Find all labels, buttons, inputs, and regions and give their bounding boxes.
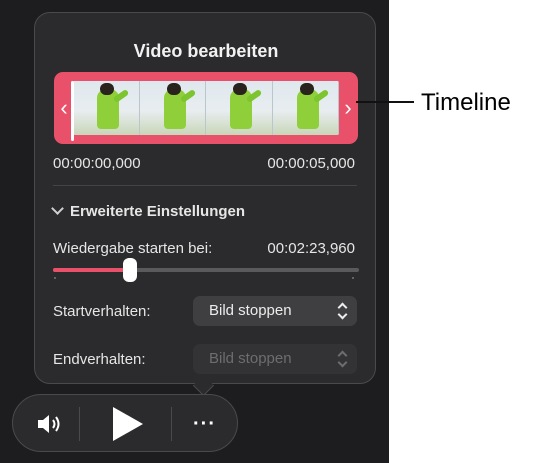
slider-tick — [352, 277, 354, 279]
trim-end-handle[interactable]: › — [338, 72, 358, 144]
end-behavior-select[interactable]: Bild stoppen — [193, 344, 357, 374]
controls-separator — [79, 407, 80, 441]
advanced-settings-toggle[interactable]: Erweiterte Einstellungen — [51, 202, 246, 220]
end-behavior-label: Endverhalten: — [53, 351, 146, 368]
play-icon[interactable] — [113, 407, 143, 441]
divider — [53, 185, 357, 186]
playback-start-label: Wiedergabe starten bei: — [53, 240, 213, 257]
timeline-playhead[interactable] — [71, 81, 74, 141]
video-frame — [206, 81, 273, 135]
playback-start-slider[interactable] — [53, 258, 359, 282]
timeline-start-time: 00:00:00,000 — [53, 155, 141, 172]
more-options-button[interactable]: ··· — [193, 413, 216, 436]
end-behavior-value: Bild stoppen — [209, 350, 292, 367]
timeline-frames — [73, 81, 339, 135]
controls-separator — [171, 407, 172, 441]
app-background: Video bearbeiten ‹ › 00:00:00,000 00:00:… — [0, 0, 389, 463]
updown-chevron-icon — [337, 350, 347, 368]
popover-title: Video bearbeiten — [133, 41, 279, 61]
callout-label: Timeline — [421, 89, 511, 116]
timeline-end-time: 00:00:05,000 — [267, 155, 355, 172]
callout-line — [356, 101, 414, 103]
chevron-down-icon — [51, 202, 64, 215]
edit-video-popover: Video bearbeiten ‹ › 00:00:00,000 00:00:… — [34, 12, 376, 384]
updown-chevron-icon — [337, 302, 347, 320]
start-behavior-value: Bild stoppen — [209, 302, 292, 319]
start-behavior-label: Startverhalten: — [53, 303, 151, 320]
slider-tick — [54, 277, 56, 279]
slider-thumb[interactable] — [122, 258, 137, 282]
playback-controls: ··· — [12, 394, 238, 452]
video-frame — [73, 81, 140, 135]
video-frame — [272, 81, 339, 135]
slider-fill — [53, 268, 130, 272]
timeline-trimmer[interactable]: ‹ › — [54, 72, 358, 144]
speaker-icon[interactable] — [35, 411, 65, 437]
playback-start-value: 00:02:23,960 — [267, 240, 355, 257]
advanced-settings-label: Erweiterte Einstellungen — [70, 203, 246, 220]
start-behavior-select[interactable]: Bild stoppen — [193, 296, 357, 326]
video-frame — [139, 81, 206, 135]
